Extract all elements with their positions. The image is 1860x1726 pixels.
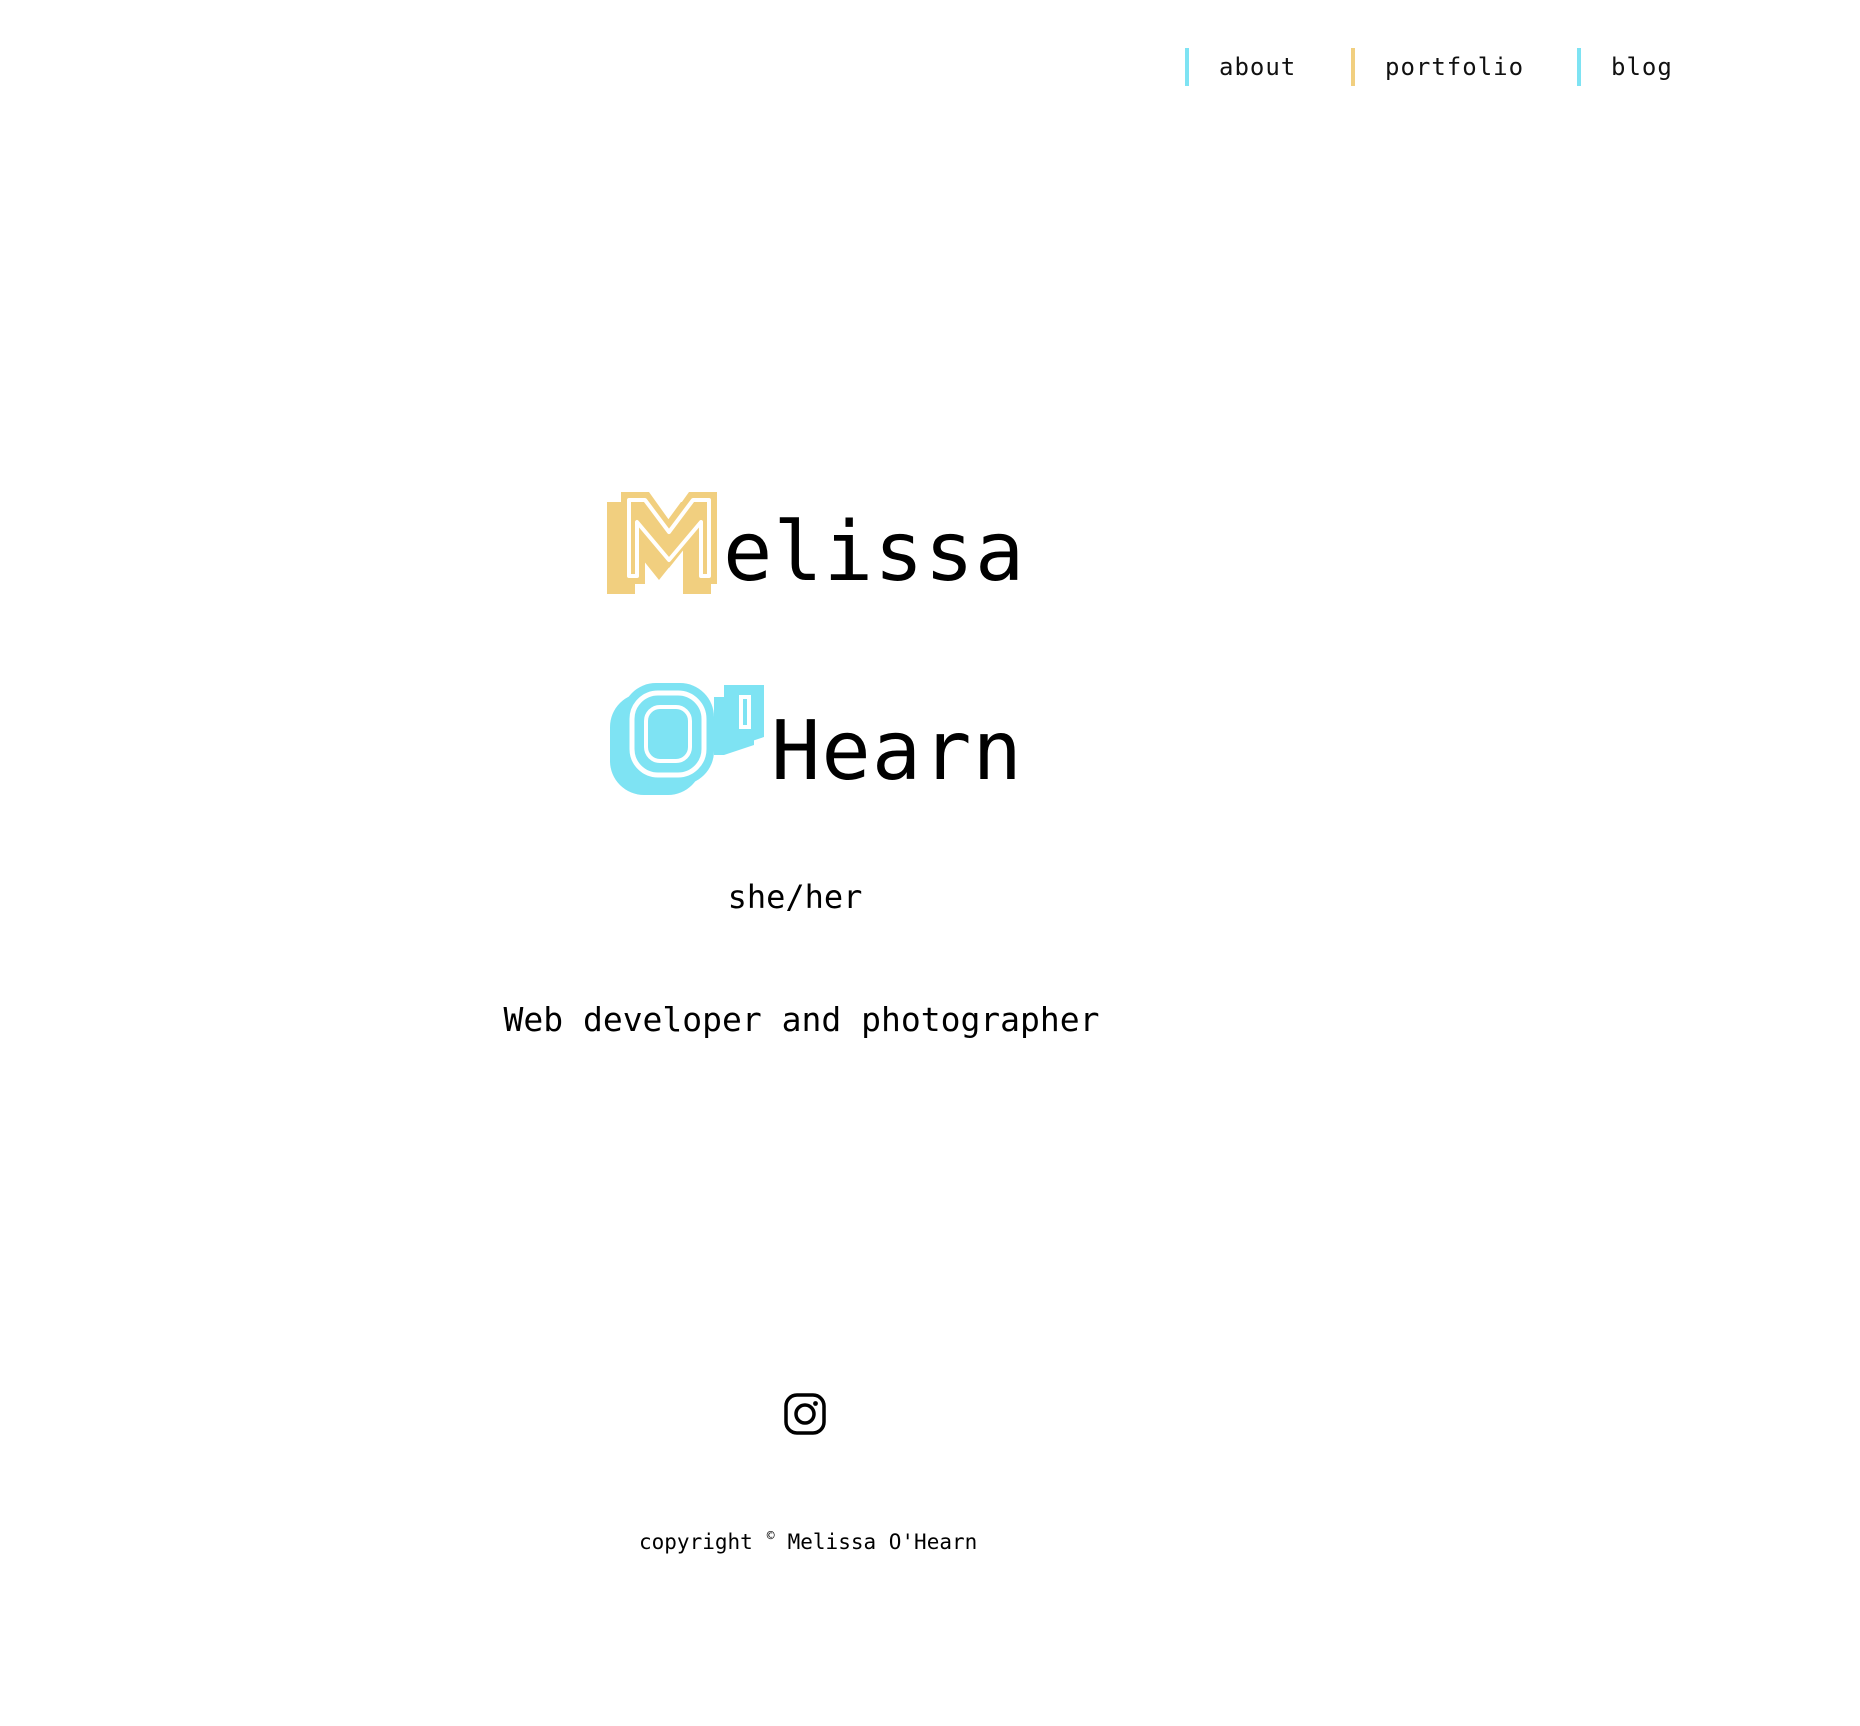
last-name-text: Hearn <box>771 704 1023 799</box>
nav-accent-bar <box>1185 48 1189 86</box>
nav-link-label: blog <box>1611 53 1673 81</box>
hero-last-name: Hearn <box>610 683 1023 795</box>
hero-first-name: elissa <box>607 488 1025 598</box>
nav-link-blog[interactable]: blog <box>1577 48 1673 86</box>
nav-link-label: portfolio <box>1385 53 1525 81</box>
last-initial-logo-letter <box>610 683 767 795</box>
nav-accent-bar <box>1577 48 1581 86</box>
first-initial-logo-letter <box>607 488 719 598</box>
instagram-icon <box>784 1393 826 1435</box>
instagram-link[interactable] <box>783 1392 827 1436</box>
footer-owner-name: Melissa O'Hearn <box>787 1530 978 1554</box>
nav-link-about[interactable]: about <box>1185 48 1296 86</box>
footer: copyright © Melissa O'Hearn <box>639 1529 978 1554</box>
first-name-text: elissa <box>723 505 1026 600</box>
nav-link-label: about <box>1219 53 1297 81</box>
page: about portfolio blog elissa Hearn she/he… <box>0 0 1860 1726</box>
nav-link-portfolio[interactable]: portfolio <box>1351 48 1524 86</box>
footer-copyright-symbol: © <box>766 1529 775 1544</box>
footer-copyright-label: copyright <box>639 1530 753 1554</box>
pronouns-text: she/her <box>727 878 863 916</box>
tagline-text: Web developer and photographer <box>503 1000 1100 1039</box>
nav-accent-bar <box>1351 48 1355 86</box>
